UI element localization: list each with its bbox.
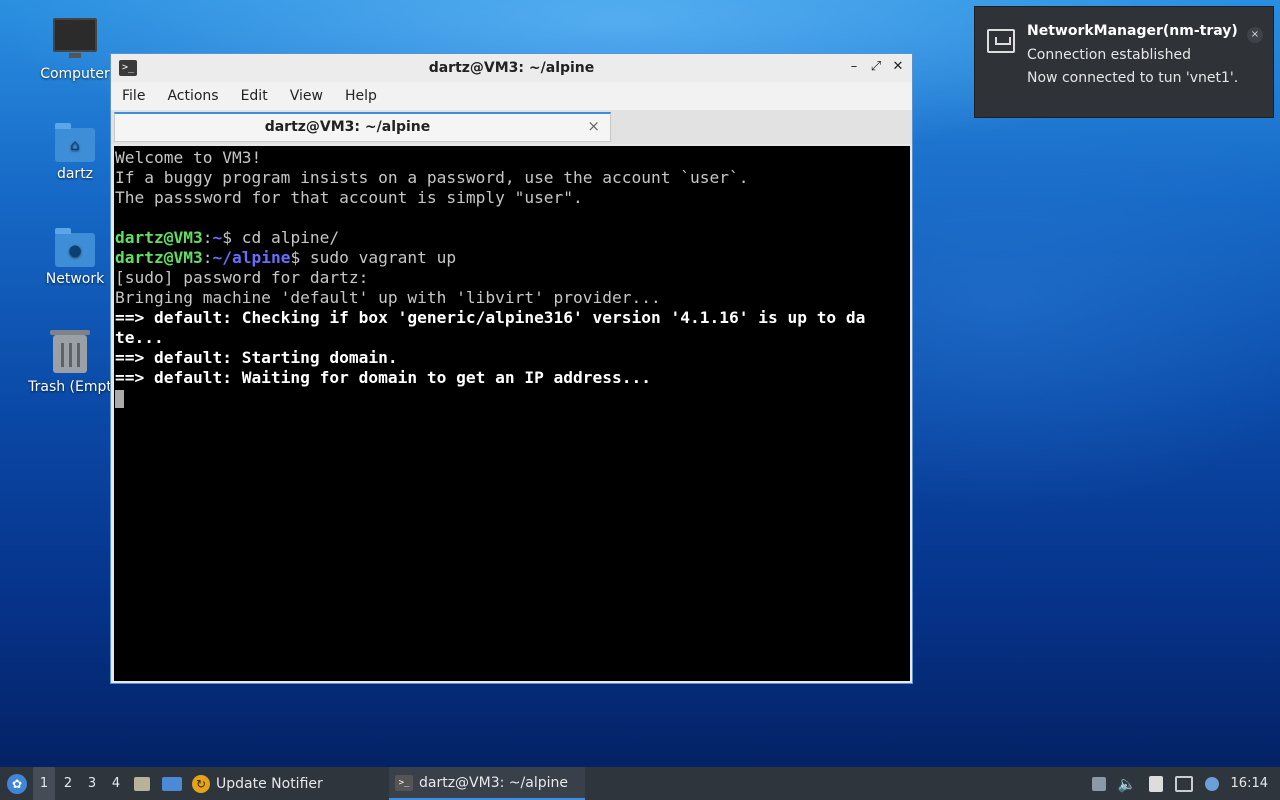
menu-bar: File Actions Edit View Help [111,82,912,110]
prompt-path: ~ [212,228,223,247]
update-notifier-icon: ↻ [192,774,210,793]
notification-body: Connection established [1027,47,1191,63]
menu-actions[interactable]: Actions [156,88,229,104]
terminal-line: ==> default: Checking if box 'generic/al… [115,308,866,327]
tab-bar: dartz@VM3: ~/alpine × [111,110,912,144]
notification-tray-icon[interactable] [1204,776,1219,791]
prompt-path: ~/alpine [212,248,291,267]
maximize-button[interactable]: ⤢ [868,58,884,76]
window-titlebar[interactable]: >_ dartz@VM3: ~/alpine – ⤢ ✕ [111,54,912,82]
workspace-3[interactable]: 3 [81,767,103,800]
notification-popup[interactable]: NetworkManager(nm-tray) Connection estab… [974,6,1274,118]
terminal-line: ==> default: Waiting for domain to get a… [115,368,652,387]
text-cursor [115,389,124,408]
computer-icon [53,18,97,58]
notification-close-icon[interactable]: × [1247,27,1263,43]
network-wired-icon [987,29,1015,53]
start-menu-button[interactable]: ✿ [4,767,30,800]
menu-view[interactable]: View [279,88,334,104]
tab-terminal[interactable]: dartz@VM3: ~/alpine × [114,112,611,142]
prompt-command: $ cd alpine/ [222,228,340,247]
minimize-button[interactable]: – [846,58,862,76]
system-tray: 🔈 16:14 [1080,767,1280,800]
task-update-notifier[interactable]: ↻ Update Notifier [192,767,372,800]
home-folder-icon: ⌂ [55,123,95,162]
terminal-line: te... [115,328,164,347]
prompt-user: dartz@VM3 [115,228,203,247]
file-manager-icon [134,776,150,791]
window-title: dartz@VM3: ~/alpine [428,60,595,76]
desktop-icon-trash[interactable]: Trash (Empt [20,330,120,395]
file-manager-launcher[interactable] [134,767,150,800]
menu-file[interactable]: File [111,88,156,104]
menu-help[interactable]: Help [334,88,388,104]
task-terminal[interactable]: >_ dartz@VM3: ~/alpine [389,767,585,800]
tab-close-icon[interactable]: × [587,117,600,135]
terminal-window: >_ dartz@VM3: ~/alpine – ⤢ ✕ File Action… [110,53,913,684]
taskbar: ✿ 1 2 3 4 ↻ Update Notifier >_ dartz@VM3… [0,767,1280,800]
notification-body: Now connected to tun 'vnet1'. [1027,70,1239,86]
terminal-prompt-line: dartz@VM3:~$ cd alpine/ [115,228,340,247]
show-desktop-button[interactable] [162,767,182,800]
lxqt-logo-icon: ✿ [7,773,27,794]
trash-icon [50,330,90,373]
terminal-prompt-line: dartz@VM3:~/alpine$ sudo vagrant up [115,248,457,267]
clock[interactable]: 16:14 [1231,776,1268,791]
show-desktop-icon [162,776,182,791]
terminal-line: If a buggy program insists on a password… [115,168,749,187]
volume-icon[interactable]: 🔈 [1118,775,1137,793]
clipboard-icon[interactable] [1148,775,1163,792]
notification-title: NetworkManager(nm-tray) [1027,23,1238,39]
prompt-command: $ sudo vagrant up [290,248,457,267]
tray-overflow-icon[interactable] [1091,776,1106,791]
terminal-line: [sudo] password for dartz: [115,268,369,287]
close-button[interactable]: ✕ [890,58,906,76]
task-label: dartz@VM3: ~/alpine [419,774,568,791]
desktop-icon-label: Trash (Empt [28,379,112,395]
menu-edit[interactable]: Edit [230,88,279,104]
terminal-line: Bringing machine 'default' up with 'libv… [115,288,661,307]
prompt-user: dartz@VM3 [115,248,203,267]
task-label: Update Notifier [216,775,323,792]
terminal-icon: >_ [395,774,413,791]
terminal-line: Welcome to VM3! [115,148,262,167]
terminal-line: The passsword for that account is simply… [115,188,583,207]
workspace-4[interactable]: 4 [105,767,127,800]
workspace-2[interactable]: 2 [57,767,79,800]
terminal-output[interactable]: Welcome to VM3! If a buggy program insis… [114,146,910,681]
network-tray-icon[interactable] [1174,775,1193,792]
tab-label: dartz@VM3: ~/alpine [264,119,431,135]
terminal-line: ==> default: Starting domain. [115,348,398,367]
terminal-cursor-line [114,388,910,408]
network-folder-icon: ● [55,228,95,267]
workspace-1[interactable]: 1 [33,767,55,800]
